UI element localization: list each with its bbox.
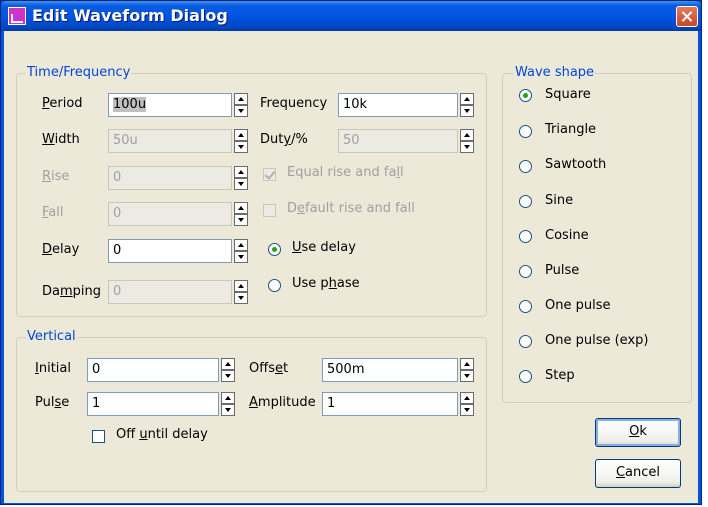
duty-label: Duty/%	[260, 132, 308, 147]
down-arrow-icon	[234, 141, 248, 153]
amplitude-input[interactable]: 1	[322, 392, 458, 416]
app-icon	[8, 7, 26, 25]
duty-spinner[interactable]	[460, 129, 474, 153]
offset-label: Offset	[249, 361, 289, 376]
delay-spinner[interactable]	[234, 239, 248, 263]
frequency-label: Frequency	[260, 96, 328, 111]
damping-spinner[interactable]	[234, 280, 248, 304]
wave-one-pulse-radio[interactable]	[519, 300, 532, 313]
rise-spinner[interactable]	[234, 166, 248, 190]
period-input[interactable]: 100u	[108, 93, 232, 117]
offset-input[interactable]: 500m	[322, 358, 458, 382]
up-arrow-icon	[221, 392, 235, 404]
wave-sine-radio[interactable]	[519, 195, 532, 208]
rise-label: Rise	[42, 169, 70, 184]
default-rise-fall-label: Default rise and fall	[287, 201, 415, 216]
wave-cosine-radio[interactable]	[519, 230, 532, 243]
down-arrow-icon	[234, 214, 248, 226]
up-arrow-icon	[234, 280, 248, 292]
wave-shape-legend: Wave shape	[514, 65, 596, 80]
delay-input[interactable]: 0	[108, 239, 232, 263]
up-arrow-icon	[460, 392, 474, 404]
damping-label: Damping	[42, 284, 102, 299]
time-frequency-legend: Time/Frequency	[26, 65, 132, 80]
use-phase-radio[interactable]	[268, 279, 281, 292]
down-arrow-icon	[221, 370, 235, 382]
wave-pulse-label: Pulse	[545, 263, 580, 278]
vertical-legend: Vertical	[26, 329, 77, 344]
wave-cosine-label: Cosine	[545, 228, 589, 243]
up-arrow-icon	[234, 239, 248, 251]
amplitude-label: Amplitude	[249, 395, 316, 410]
up-arrow-icon	[234, 202, 248, 214]
off-until-delay-label: Off until delay	[116, 427, 208, 442]
wave-triangle-label: Triangle	[545, 122, 597, 137]
ok-button[interactable]: Ok	[595, 418, 681, 447]
down-arrow-icon	[460, 404, 474, 416]
frequency-input[interactable]: 10k	[338, 93, 458, 117]
wave-one-pulse-exp-radio[interactable]	[519, 335, 532, 348]
offset-spinner[interactable]	[460, 358, 474, 382]
rise-input[interactable]: 0	[108, 166, 232, 190]
wave-sawtooth-label: Sawtooth	[545, 157, 607, 172]
title-bar[interactable]: Edit Waveform Dialog	[1, 1, 701, 31]
off-until-delay-checkbox[interactable]	[92, 430, 105, 443]
down-arrow-icon	[234, 292, 248, 304]
width-label: Width	[42, 132, 80, 147]
initial-input[interactable]: 0	[87, 358, 219, 382]
equal-rise-fall-checkbox[interactable]	[263, 168, 276, 181]
wave-triangle-radio[interactable]	[519, 125, 532, 138]
dialog-body: Time/Frequency Period 100u Width 50u Ris…	[4, 31, 698, 503]
equal-rise-fall-label: Equal rise and fall	[287, 165, 404, 180]
down-arrow-icon	[460, 105, 474, 117]
damping-input[interactable]: 0	[108, 280, 232, 304]
use-delay-radio[interactable]	[268, 243, 281, 256]
wave-square-radio[interactable]	[519, 89, 532, 102]
period-label: Period	[42, 96, 83, 111]
close-button[interactable]	[676, 6, 698, 27]
wave-pulse-radio[interactable]	[519, 265, 532, 278]
up-arrow-icon	[460, 93, 474, 105]
width-spinner[interactable]	[234, 129, 248, 153]
duty-input[interactable]: 50	[338, 129, 458, 153]
cancel-button[interactable]: Cancel	[595, 459, 681, 488]
up-arrow-icon	[234, 129, 248, 141]
down-arrow-icon	[234, 105, 248, 117]
amplitude-spinner[interactable]	[460, 392, 474, 416]
down-arrow-icon	[460, 141, 474, 153]
up-arrow-icon	[460, 129, 474, 141]
delay-label: Delay	[42, 242, 80, 257]
wave-step-label: Step	[545, 368, 575, 383]
down-arrow-icon	[460, 370, 474, 382]
period-spinner[interactable]	[234, 93, 248, 117]
fall-label: Fall	[42, 205, 64, 220]
initial-spinner[interactable]	[221, 358, 235, 382]
fall-spinner[interactable]	[234, 202, 248, 226]
width-input[interactable]: 50u	[108, 129, 232, 153]
up-arrow-icon	[460, 358, 474, 370]
frequency-spinner[interactable]	[460, 93, 474, 117]
fall-input[interactable]: 0	[108, 202, 232, 226]
initial-label: Initial	[35, 361, 71, 376]
wave-square-label: Square	[545, 87, 591, 102]
dialog-window: Edit Waveform Dialog Time/Frequency Peri…	[0, 0, 702, 505]
wave-sawtooth-radio[interactable]	[519, 160, 532, 173]
use-phase-label: Use phase	[292, 276, 360, 291]
down-arrow-icon	[234, 251, 248, 263]
wave-sine-label: Sine	[545, 193, 574, 208]
up-arrow-icon	[221, 358, 235, 370]
down-arrow-icon	[221, 404, 235, 416]
default-rise-fall-checkbox[interactable]	[263, 204, 276, 217]
wave-one-pulse-label: One pulse	[545, 298, 611, 313]
pulse-label: Pulse	[35, 395, 70, 410]
use-delay-label: Use delay	[292, 240, 356, 255]
pulse-input[interactable]: 1	[87, 392, 219, 416]
down-arrow-icon	[234, 178, 248, 190]
wave-step-radio[interactable]	[519, 370, 532, 383]
window-title: Edit Waveform Dialog	[32, 6, 228, 25]
up-arrow-icon	[234, 93, 248, 105]
up-arrow-icon	[234, 166, 248, 178]
pulse-spinner[interactable]	[221, 392, 235, 416]
wave-one-pulse-exp-label: One pulse (exp)	[545, 333, 649, 348]
